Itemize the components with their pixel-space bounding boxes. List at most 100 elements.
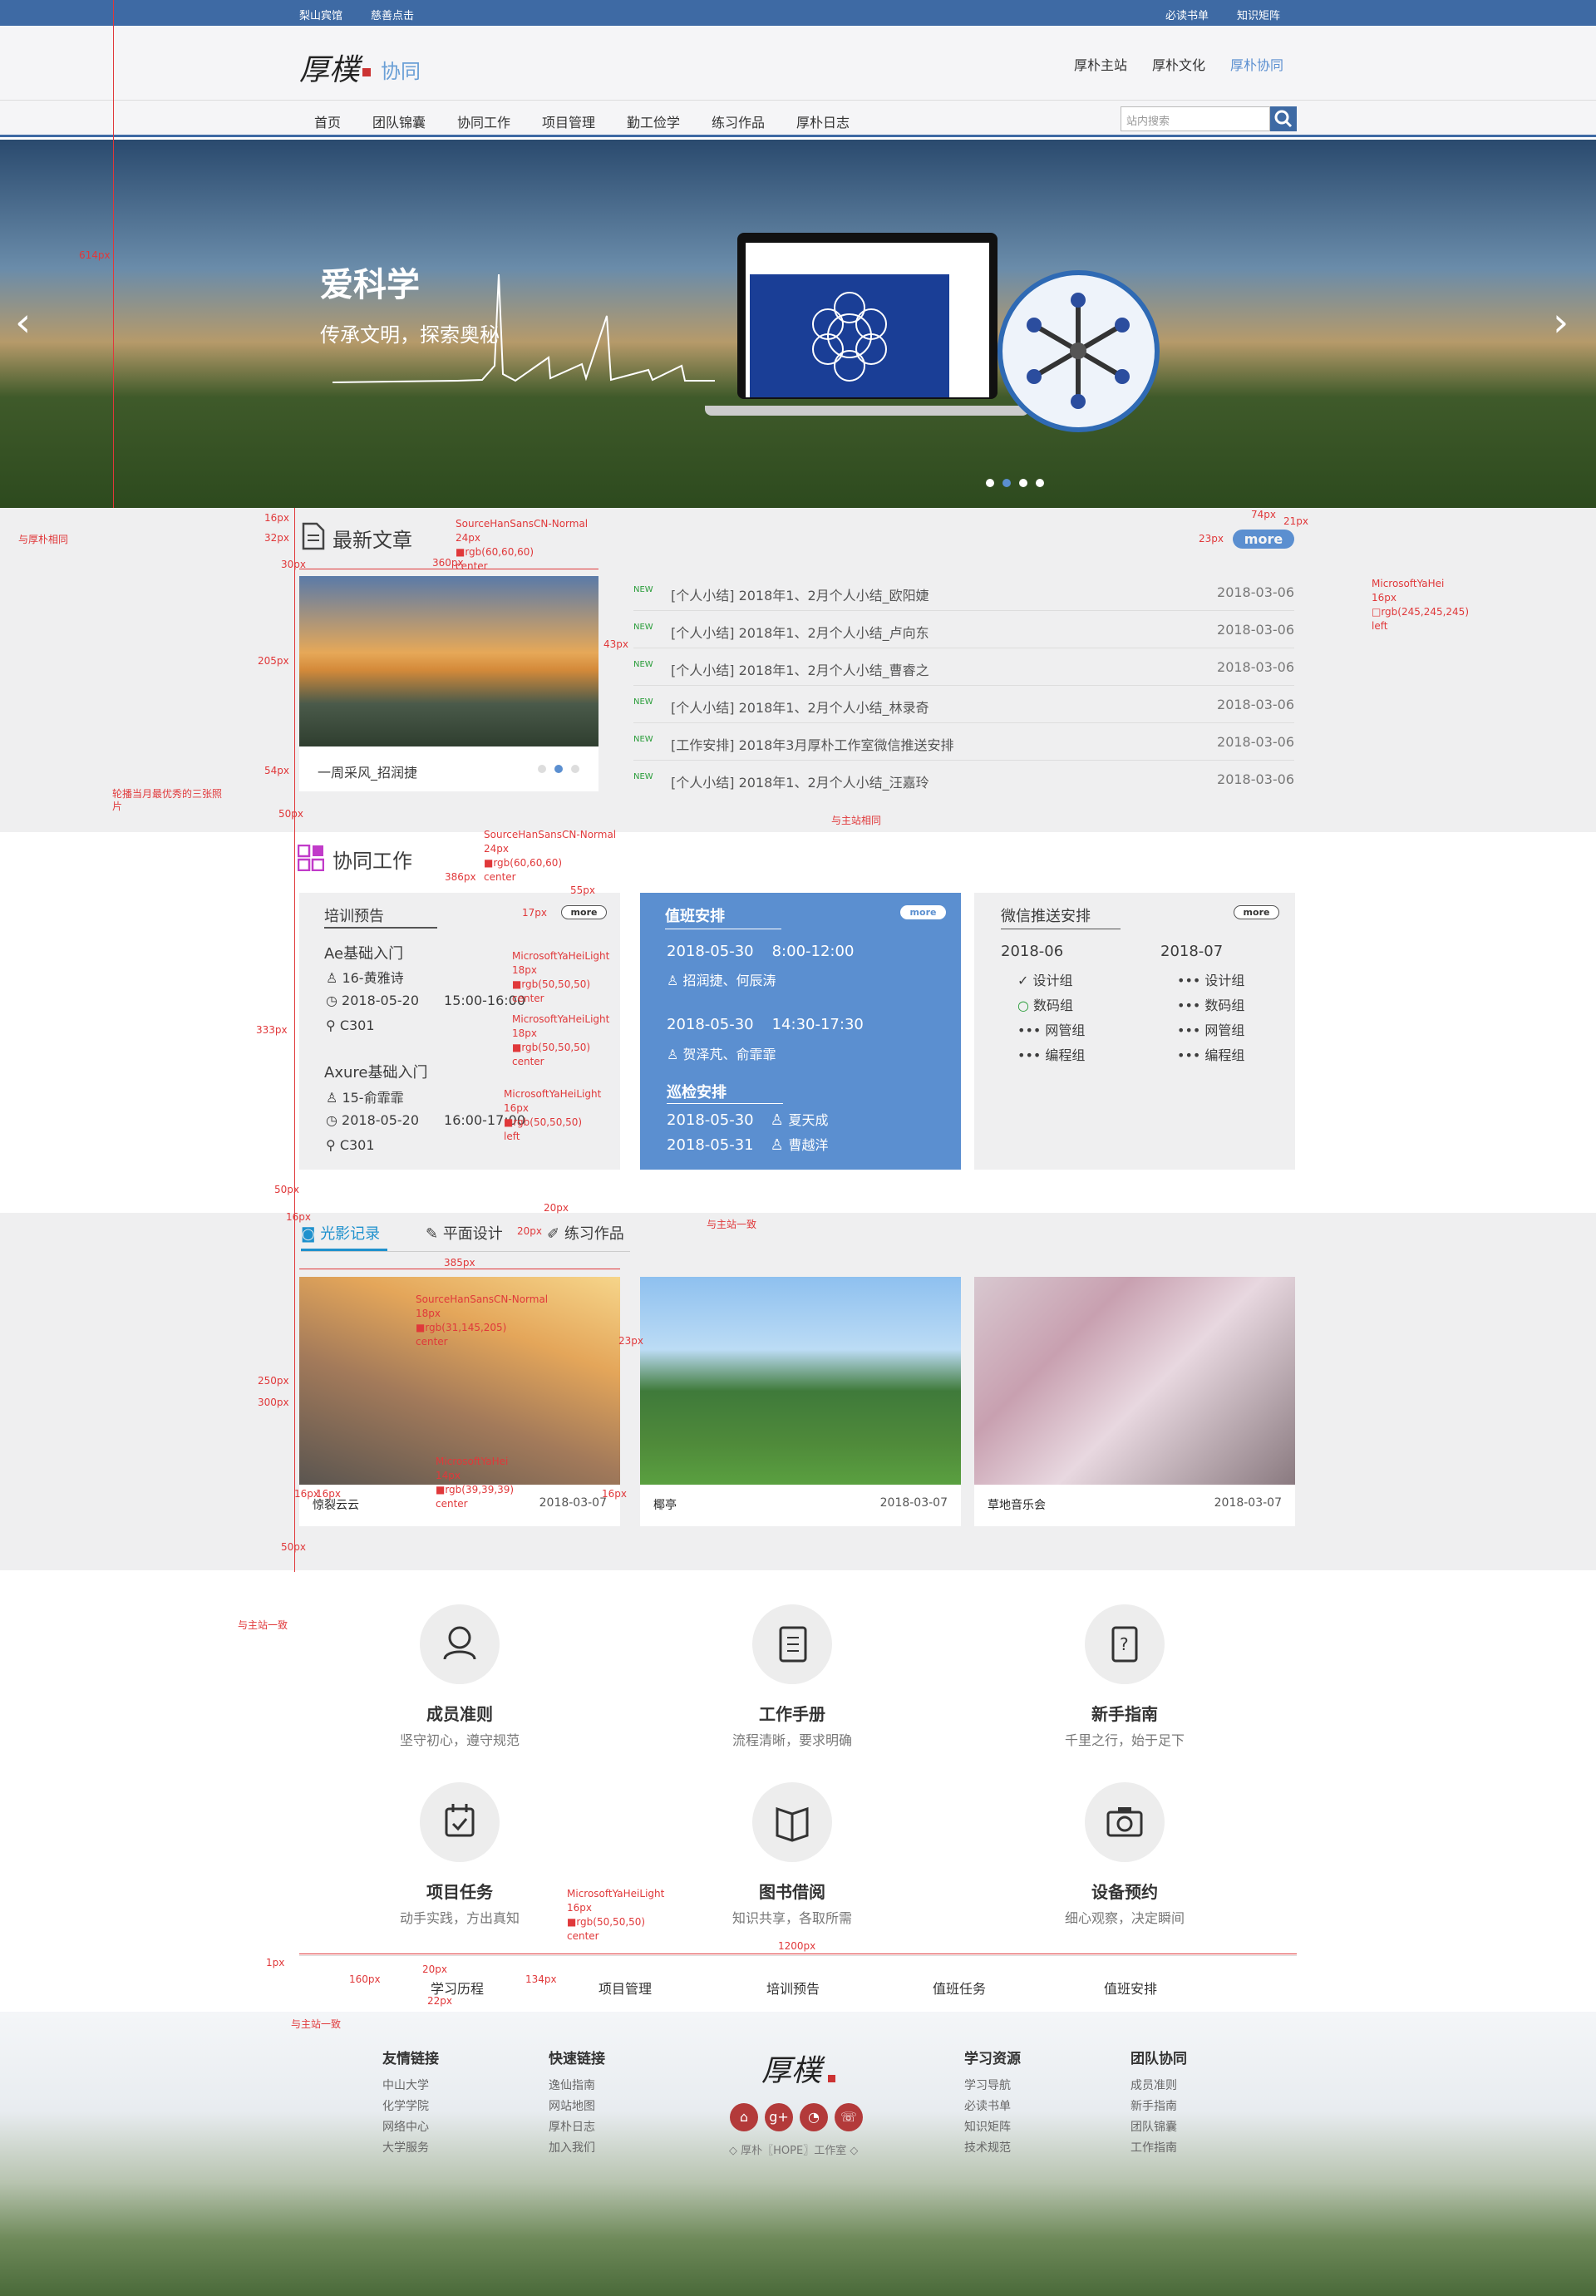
tab-photo[interactable]: ◙ 光影记录 — [301, 1222, 380, 1244]
footer-link[interactable]: 知识矩阵 — [964, 2118, 1011, 2135]
search-button[interactable] — [1270, 106, 1297, 131]
banner-prev-arrow-icon[interactable]: ‹ — [15, 299, 31, 346]
nav-item-practice[interactable]: 练习作品 — [712, 111, 765, 131]
news-row[interactable]: NEW [个人小结] 2018年1、2月个人小结_欧阳婕 2018-03-06 — [633, 574, 1294, 611]
news-row[interactable]: NEW [工作安排] 2018年3月厚朴工作室微信推送安排 2018-03-06 — [633, 723, 1294, 761]
footer-link[interactable]: 大学服务 — [382, 2139, 429, 2156]
divider — [299, 1955, 1297, 1956]
footer-link[interactable]: 团队锦囊 — [1130, 2118, 1177, 2135]
news-title[interactable]: [个人小结] 2018年1、2月个人小结_卢向东 — [671, 622, 929, 642]
spec-label: 17px — [522, 907, 547, 919]
gallery-photo[interactable] — [974, 1277, 1295, 1485]
header-link-main[interactable]: 厚朴主站 — [1074, 54, 1127, 74]
topbar-link-hotel[interactable]: 梨山宾馆 — [299, 7, 342, 22]
topbar-link-matrix[interactable]: 知识矩阵 — [1237, 7, 1280, 22]
news-title[interactable]: [工作安排] 2018年3月厚朴工作室微信推送安排 — [671, 734, 953, 754]
tab-graphic-design[interactable]: ✎ 平面设计 — [426, 1222, 503, 1244]
banner-dot-active[interactable] — [1002, 479, 1011, 487]
bottom-link[interactable]: 值班安排 — [1104, 1978, 1157, 1998]
nav-item-projects[interactable]: 项目管理 — [542, 111, 595, 131]
carousel-dot[interactable] — [538, 765, 546, 773]
google-plus-icon[interactable]: g+ — [765, 2103, 793, 2131]
wechat-icon[interactable]: ◔ — [800, 2103, 828, 2131]
carousel-photo[interactable] — [299, 576, 598, 746]
training-more-button[interactable]: more — [561, 905, 607, 919]
header-link-collab[interactable]: 厚朴协同 — [1230, 54, 1283, 74]
banner-dot[interactable] — [1036, 479, 1044, 487]
phone-icon[interactable]: ☏ — [835, 2103, 863, 2131]
duty-more-button[interactable]: more — [900, 905, 946, 919]
circle-status-icon: ○ — [1017, 998, 1034, 1013]
footer-link[interactable]: 必读书单 — [964, 2097, 1011, 2114]
news-row[interactable]: NEW [个人小结] 2018年1、2月个人小结_林录奇 2018-03-06 — [633, 686, 1294, 723]
feature-card-1[interactable] — [420, 1604, 500, 1684]
banner-dot[interactable] — [1019, 479, 1027, 487]
gallery-card[interactable]: 草地音乐会 2018-03-07 — [974, 1277, 1295, 1526]
tab-practice[interactable]: ✐ 练习作品 — [547, 1222, 624, 1244]
course-name[interactable]: Ae基础入门 — [324, 942, 403, 963]
footer-link[interactable]: 化学学院 — [382, 2097, 429, 2114]
footer-link[interactable]: 技术规范 — [964, 2139, 1011, 2156]
feature-card-4[interactable] — [420, 1782, 500, 1862]
bottom-link[interactable]: 项目管理 — [598, 1978, 652, 1998]
footer-link[interactable]: 新手指南 — [1130, 2097, 1177, 2114]
nav-item-log[interactable]: 厚朴日志 — [796, 111, 850, 131]
course-name[interactable]: Axure基础入门 — [324, 1061, 427, 1082]
gallery-photo[interactable] — [640, 1277, 961, 1485]
group-label: 编程组 — [1045, 1047, 1086, 1063]
news-title[interactable]: [个人小结] 2018年1、2月个人小结_曹睿之 — [671, 659, 929, 679]
header-link-culture[interactable]: 厚朴文化 — [1152, 54, 1205, 74]
bottom-link[interactable]: 值班任务 — [933, 1978, 986, 1998]
footer-link[interactable]: 网络中心 — [382, 2118, 429, 2135]
home-social-icon[interactable]: ⌂ — [730, 2103, 758, 2131]
news-title[interactable]: [个人小结] 2018年1、2月个人小结_汪嘉玲 — [671, 771, 929, 791]
wechat-title: 微信推送安排 — [1001, 908, 1091, 925]
footer-link[interactable]: 工作指南 — [1130, 2139, 1177, 2156]
footer-col-title: 快速链接 — [549, 2051, 605, 2067]
feature-card-3[interactable]: ? — [1085, 1604, 1165, 1684]
news-row[interactable]: NEW [个人小结] 2018年1、2月个人小结_曹睿之 2018-03-06 — [633, 648, 1294, 686]
feature-title[interactable]: 项目任务 — [335, 1879, 584, 1903]
footer-link[interactable]: 网站地图 — [549, 2097, 595, 2114]
feature-title[interactable]: 工作手册 — [667, 1701, 917, 1725]
topbar-link-booklist[interactable]: 必读书单 — [1165, 7, 1209, 22]
news-row[interactable]: NEW [个人小结] 2018年1、2月个人小结_卢向东 2018-03-06 — [633, 611, 1294, 648]
footer-logo: 厚樸 — [761, 2054, 822, 2088]
footer-link[interactable]: 加入我们 — [549, 2139, 595, 2156]
feature-title[interactable]: 设备预约 — [1000, 1879, 1249, 1903]
feature-title[interactable]: 成员准则 — [335, 1701, 584, 1725]
banner-dot[interactable] — [986, 479, 994, 487]
articles-more-button[interactable]: more — [1233, 530, 1294, 549]
feature-card-6[interactable] — [1085, 1782, 1165, 1862]
gallery-card[interactable]: 椰亭 2018-03-07 — [640, 1277, 961, 1526]
nav-item-collab[interactable]: 协同工作 — [457, 111, 510, 131]
spec-label: 50px — [281, 1541, 306, 1553]
feature-card-5[interactable] — [752, 1782, 832, 1862]
footer-link[interactable]: 逸仙指南 — [549, 2077, 595, 2093]
patrol-title: 巡检安排 — [667, 1084, 727, 1101]
carousel-dot-active[interactable] — [554, 765, 563, 773]
carousel-dot[interactable] — [571, 765, 579, 773]
search-input[interactable]: 站内搜索 — [1121, 106, 1270, 131]
feature-card-2[interactable] — [752, 1604, 832, 1684]
topbar-link-charity[interactable]: 慈善点击 — [371, 7, 414, 22]
news-title[interactable]: [个人小结] 2018年1、2月个人小结_林录奇 — [671, 697, 929, 717]
feature-title[interactable]: 图书借阅 — [667, 1879, 917, 1903]
news-row[interactable]: NEW [个人小结] 2018年1、2月个人小结_汪嘉玲 2018-03-06 — [633, 761, 1294, 798]
nav-item-home[interactable]: 首页 — [314, 111, 341, 131]
news-title[interactable]: [个人小结] 2018年1、2月个人小结_欧阳婕 — [671, 584, 929, 604]
footer-link[interactable]: 中山大学 — [382, 2077, 429, 2093]
feature-title[interactable]: 新手指南 — [1000, 1701, 1249, 1725]
nav-item-team[interactable]: 团队锦囊 — [372, 111, 426, 131]
footer-link[interactable]: 成员准则 — [1130, 2077, 1177, 2093]
footer-link[interactable]: 学习导航 — [964, 2077, 1011, 2093]
site-logo[interactable]: 厚樸 — [299, 46, 359, 89]
bottom-link[interactable]: 培训预告 — [766, 1978, 820, 1998]
spec-label: 24px — [456, 532, 480, 544]
nav-item-workstudy[interactable]: 勤工俭学 — [627, 111, 680, 131]
banner-next-arrow-icon[interactable]: › — [1553, 299, 1569, 346]
wechat-more-button[interactable]: more — [1234, 905, 1279, 919]
footer-link[interactable]: 厚朴日志 — [549, 2118, 595, 2135]
spec-label: 43px — [603, 638, 628, 650]
spec-block: SourceHanSansCN-Normal 18px ■rgb(31,145,20… — [416, 1293, 548, 1349]
